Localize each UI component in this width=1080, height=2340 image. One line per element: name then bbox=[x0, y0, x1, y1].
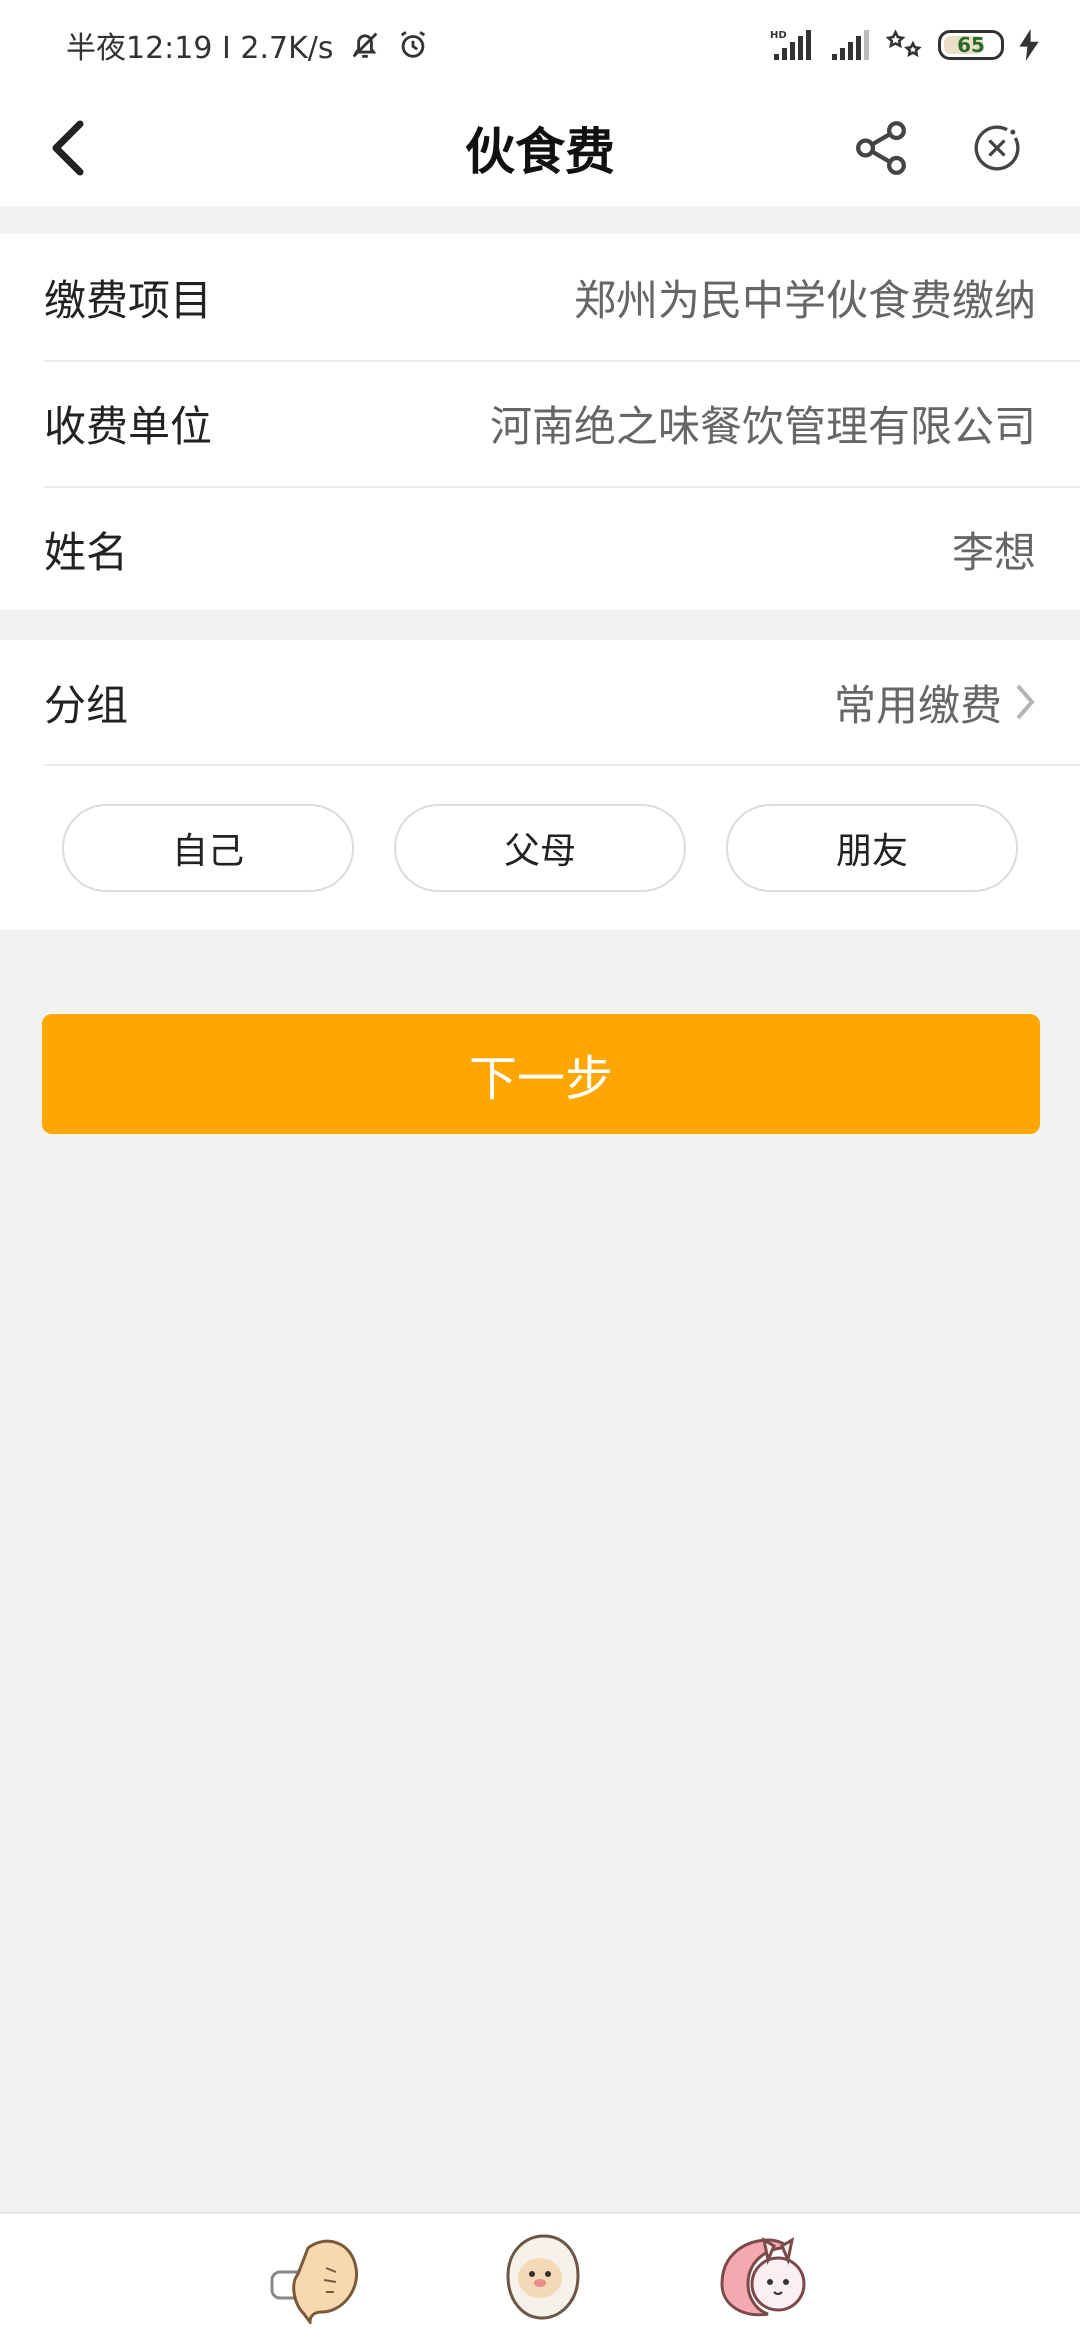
group-value: 常用缴费 bbox=[833, 680, 1002, 730]
name-label: 姓名 bbox=[44, 527, 129, 577]
group-selector[interactable]: 分组 常用缴费 bbox=[44, 640, 1080, 766]
battery-percent: 65 bbox=[957, 33, 985, 57]
payment-item-value: 郑州为民中学伙食费缴纳 bbox=[573, 275, 1036, 325]
bell-off-icon bbox=[348, 28, 382, 62]
page: 半夜12:19 I 2.7K/s HD 65 伙食费 缴费项目 郑州为民中学伙食… bbox=[0, 0, 1080, 2340]
alarm-icon bbox=[396, 28, 430, 62]
share-button[interactable] bbox=[846, 110, 916, 186]
group-section: 分组 常用缴费 自己 父母 朋友 bbox=[0, 640, 1080, 930]
close-button[interactable] bbox=[962, 110, 1032, 186]
bunny-sticker-icon[interactable] bbox=[712, 2228, 812, 2324]
row-name: 姓名 李想 bbox=[0, 486, 1080, 612]
status-time-speed: 半夜12:19 I 2.7K/s bbox=[66, 31, 334, 66]
svg-text:HD: HD bbox=[770, 30, 787, 41]
back-button[interactable] bbox=[38, 114, 98, 182]
nav-bar: 伙食费 bbox=[0, 90, 1080, 206]
chip-self[interactable]: 自己 bbox=[62, 804, 354, 892]
next-step-button[interactable]: 下一步 bbox=[42, 1014, 1040, 1134]
signal-icon bbox=[830, 28, 872, 62]
row-payment-item: 缴费项目 郑州为民中学伙食费缴纳 bbox=[0, 234, 1080, 360]
page-title: 伙食费 bbox=[465, 123, 615, 181]
chip-friends[interactable]: 朋友 bbox=[726, 804, 1018, 892]
fish-sticker-icon[interactable] bbox=[268, 2228, 368, 2327]
group-label: 分组 bbox=[44, 680, 129, 730]
status-left: 半夜12:19 I 2.7K/s bbox=[66, 23, 430, 67]
status-bar: 半夜12:19 I 2.7K/s HD 65 bbox=[0, 0, 1080, 90]
share-icon bbox=[856, 121, 906, 175]
payee-value: 河南绝之味餐饮管理有限公司 bbox=[489, 401, 1036, 451]
chevron-right-icon bbox=[1016, 684, 1035, 720]
hd-signal-icon: HD bbox=[770, 28, 816, 62]
dumpling-sticker-icon[interactable] bbox=[492, 2228, 592, 2324]
payment-info-section: 缴费项目 郑州为民中学伙食费缴纳 收费单位 河南绝之味餐饮管理有限公司 姓名 李… bbox=[0, 234, 1080, 610]
back-icon bbox=[52, 120, 84, 176]
bottom-bar bbox=[0, 2212, 1080, 2340]
payment-item-label: 缴费项目 bbox=[44, 275, 213, 325]
name-value: 李想 bbox=[951, 527, 1036, 577]
wifi-icon bbox=[886, 26, 924, 64]
close-circle-icon bbox=[974, 125, 1020, 171]
payee-label: 收费单位 bbox=[44, 401, 213, 451]
charging-icon bbox=[1018, 29, 1040, 61]
chip-parents[interactable]: 父母 bbox=[394, 804, 686, 892]
status-right: HD 65 bbox=[770, 26, 1040, 64]
group-chips: 自己 父母 朋友 bbox=[0, 766, 1080, 892]
group-value-wrap: 常用缴费 bbox=[834, 672, 1036, 733]
row-payee: 收费单位 河南绝之味餐饮管理有限公司 bbox=[0, 360, 1080, 486]
battery-icon: 65 bbox=[938, 30, 1004, 60]
